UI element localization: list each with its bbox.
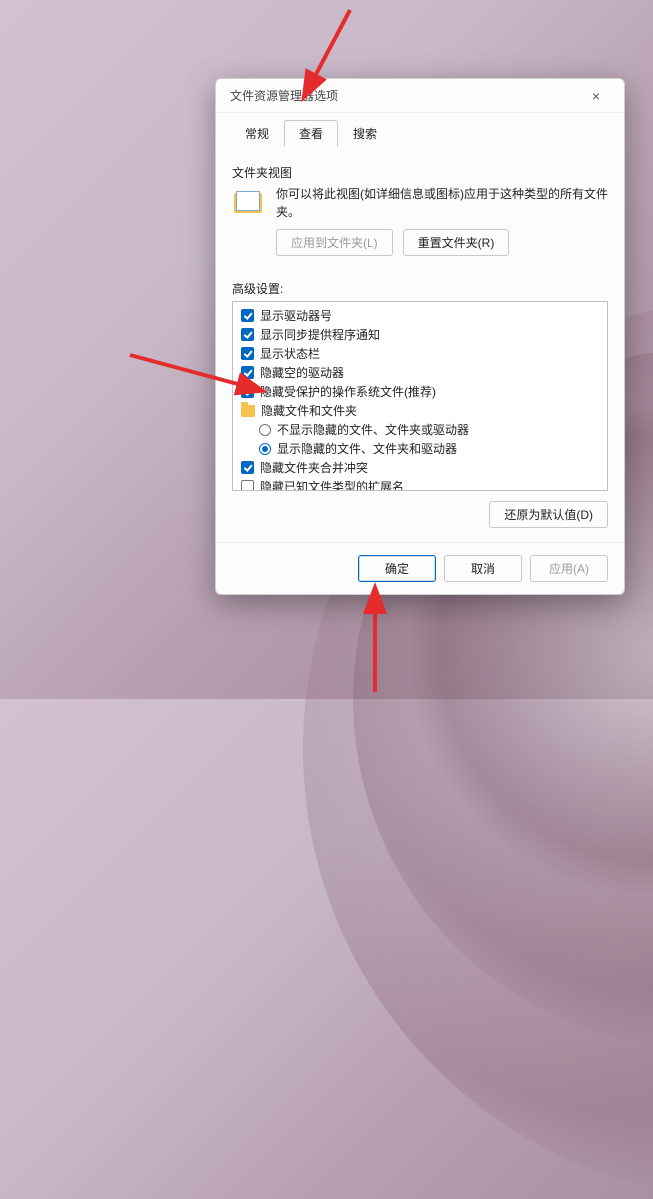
advanced-item[interactable]: 隐藏已知文件类型的扩展名: [239, 477, 601, 491]
advanced-item[interactable]: 显示隐藏的文件、文件夹和驱动器: [239, 439, 601, 458]
tab-search[interactable]: 搜索: [338, 120, 392, 147]
advanced-item[interactable]: 显示同步提供程序通知: [239, 325, 601, 344]
checkbox-icon[interactable]: [241, 309, 254, 322]
folder-icon: [241, 405, 255, 417]
advanced-item[interactable]: 隐藏空的驱动器: [239, 363, 601, 382]
checkbox-icon[interactable]: [241, 328, 254, 341]
ok-button[interactable]: 确定: [358, 555, 436, 582]
advanced-item-label: 显示隐藏的文件、文件夹和驱动器: [277, 440, 457, 457]
advanced-item[interactable]: 显示驱动器号: [239, 306, 601, 325]
tab-view-label: 查看: [299, 127, 323, 141]
close-icon: ×: [592, 88, 600, 104]
folder-view-group: 文件夹视图 你可以将此视图(如详细信息或图标)应用于这种类型的所有文件夹。 应用…: [232, 160, 608, 266]
advanced-item-label: 显示同步提供程序通知: [260, 326, 380, 343]
radio-icon[interactable]: [259, 424, 271, 436]
checkbox-icon[interactable]: [241, 347, 254, 360]
checkbox-icon[interactable]: [241, 480, 254, 491]
advanced-item-label: 隐藏文件和文件夹: [261, 402, 357, 419]
dialog-footer: 确定 取消 应用(A): [216, 542, 624, 594]
advanced-item-label: 显示状态栏: [260, 345, 320, 362]
folder-view-heading: 文件夹视图: [232, 164, 608, 181]
tab-general[interactable]: 常规: [230, 120, 284, 147]
tab-view[interactable]: 查看: [284, 120, 338, 147]
advanced-item-label: 隐藏文件夹合并冲突: [260, 459, 368, 476]
advanced-item[interactable]: 显示状态栏: [239, 344, 601, 363]
advanced-item[interactable]: 隐藏受保护的操作系统文件(推荐): [239, 382, 601, 401]
checkbox-icon[interactable]: [241, 385, 254, 398]
advanced-item: 隐藏文件和文件夹: [239, 401, 601, 420]
annotation-arrow-bottom: [360, 582, 390, 700]
radio-icon[interactable]: [259, 443, 271, 455]
tab-general-label: 常规: [245, 127, 269, 141]
advanced-item-label: 隐藏空的驱动器: [260, 364, 344, 381]
advanced-item[interactable]: 不显示隐藏的文件、文件夹或驱动器: [239, 420, 601, 439]
tab-content-view: 文件夹视图 你可以将此视图(如详细信息或图标)应用于这种类型的所有文件夹。 应用…: [216, 146, 624, 538]
advanced-settings-label: 高级设置:: [232, 280, 608, 297]
reset-folders-button[interactable]: 重置文件夹(R): [403, 229, 510, 256]
cancel-button[interactable]: 取消: [444, 555, 522, 582]
advanced-settings-list[interactable]: 显示驱动器号显示同步提供程序通知显示状态栏隐藏空的驱动器隐藏受保护的操作系统文件…: [232, 301, 608, 491]
advanced-item-label: 显示驱动器号: [260, 307, 332, 324]
checkbox-icon[interactable]: [241, 366, 254, 379]
advanced-item-label: 不显示隐藏的文件、文件夹或驱动器: [277, 421, 469, 438]
advanced-item-label: 隐藏已知文件类型的扩展名: [260, 478, 404, 491]
folder-view-description: 你可以将此视图(如详细信息或图标)应用于这种类型的所有文件夹。: [276, 185, 608, 221]
apply-to-folders-button[interactable]: 应用到文件夹(L): [276, 229, 393, 256]
dialog-title: 文件资源管理器选项: [230, 87, 576, 104]
tab-search-label: 搜索: [353, 127, 377, 141]
folder-options-dialog: 文件资源管理器选项 × 常规 查看 搜索 文件夹视图 你可以将此视图(如详细信息…: [215, 78, 625, 595]
folder-view-icon: [232, 189, 266, 219]
titlebar: 文件资源管理器选项 ×: [216, 79, 624, 113]
tab-strip: 常规 查看 搜索: [216, 113, 624, 146]
advanced-item-label: 隐藏受保护的操作系统文件(推荐): [260, 383, 436, 400]
close-button[interactable]: ×: [576, 83, 616, 109]
restore-defaults-button[interactable]: 还原为默认值(D): [489, 501, 608, 528]
apply-button[interactable]: 应用(A): [530, 555, 608, 582]
advanced-item[interactable]: 隐藏文件夹合并冲突: [239, 458, 601, 477]
checkbox-icon[interactable]: [241, 461, 254, 474]
